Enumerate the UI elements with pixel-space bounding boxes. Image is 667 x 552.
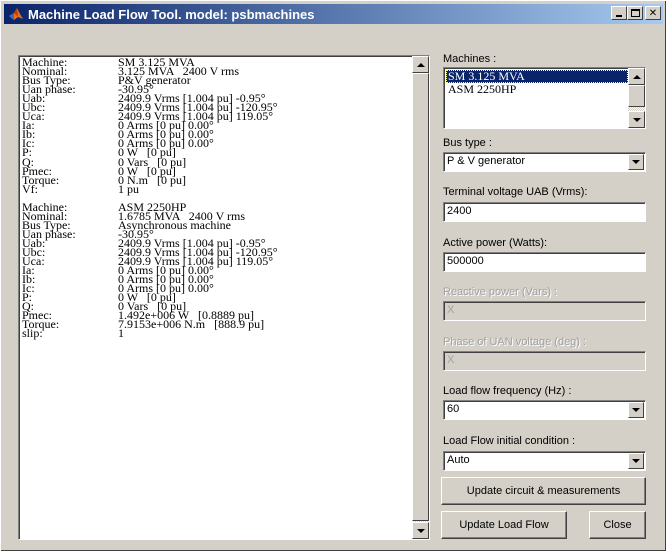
- arrow-down-icon: [416, 528, 425, 533]
- bus-type-dropdown-button[interactable]: [628, 154, 644, 170]
- report-text: Machine: SM 3.125 MVA Nominal: 3.125 MVA 24…: [22, 58, 412, 536]
- reactive-power-label: Reactive power (Vars) :: [443, 286, 558, 298]
- initial-condition-label: Load Flow initial condition :: [443, 435, 576, 447]
- machine-list-item[interactable]: ASM 2250HP: [446, 83, 628, 96]
- load-flow-report[interactable]: Machine: SM 3.125 MVA Nominal: 3.125 MVA 24…: [18, 55, 430, 540]
- report-label: P:: [22, 145, 33, 160]
- report-line: Uca: 2409.9 Vrms [1.004 pu] 119.05°: [22, 109, 412, 124]
- bus-type-select[interactable]: P & V generator: [443, 152, 646, 172]
- report-label: Ib:: [22, 127, 36, 142]
- report-label: Ic:: [22, 136, 35, 151]
- frequency-dropdown-button[interactable]: [628, 402, 644, 418]
- report-label: Ia:: [22, 118, 35, 133]
- frequency-select[interactable]: 60: [443, 400, 646, 420]
- active-power-label: Active power (Watts):: [443, 237, 548, 249]
- initial-condition-select[interactable]: Auto: [443, 451, 646, 471]
- report-line: Ic: 0 Arms [0 pu] 0.00°: [22, 281, 412, 296]
- report-line: Nominal: 3.125 MVA 2400 V rms: [22, 65, 412, 77]
- report-line: Pmec: 0 W [0 pu]: [22, 165, 412, 177]
- machines-listbox[interactable]: SM 3.125 MVA ASM 2250HP: [443, 67, 646, 129]
- report-line: Ic: 0 Arms [0 pu] 0.00°: [22, 136, 412, 151]
- report-scrollbar[interactable]: [412, 56, 429, 539]
- report-label: Uca:: [22, 109, 45, 124]
- machines-scrollbar[interactable]: [628, 68, 645, 128]
- report-label: slip:: [22, 326, 43, 341]
- maximize-icon: [630, 9, 640, 17]
- report-value: 1: [118, 326, 124, 341]
- minimize-button[interactable]: [611, 6, 627, 20]
- report-separator: [22, 194, 412, 203]
- report-label: Ia:: [22, 263, 35, 278]
- report-value: 1 pu: [118, 181, 139, 196]
- report-value: 7.9153e+006 N.m [888.9 pu]: [118, 317, 265, 332]
- report-line: Torque: 7.9153e+006 N.m [888.9 pu]: [22, 317, 412, 332]
- chevron-down-icon: [632, 160, 640, 164]
- report-line: P: 0 W [0 pu]: [22, 145, 412, 160]
- scroll-thumb[interactable]: [412, 73, 429, 521]
- chevron-down-icon: [632, 408, 640, 412]
- report-label: Vf:: [22, 181, 38, 196]
- report-line: Torque: 0 N.m [0 pu]: [22, 174, 412, 186]
- machines-scroll-up[interactable]: [628, 68, 645, 85]
- close-icon: ✕: [648, 7, 658, 19]
- minimize-icon: [616, 15, 622, 17]
- frequency-value: 60: [447, 403, 460, 415]
- report-line: Uca: 2409.9 Vrms [1.004 pu] 119.05°: [22, 254, 412, 269]
- arrow-up-icon: [416, 62, 425, 67]
- report-label: Ic:: [22, 281, 35, 296]
- active-power-input[interactable]: 500000: [443, 252, 646, 272]
- machines-label: Machines :: [443, 53, 497, 65]
- initial-condition-dropdown-button[interactable]: [628, 453, 644, 469]
- report-label: Uca:: [22, 254, 45, 269]
- report-line: Ib: 0 Arms [0 pu] 0.00°: [22, 127, 412, 142]
- update-circuit-button[interactable]: Update circuit & measurements: [441, 477, 646, 505]
- initial-condition-value: Auto: [447, 454, 470, 466]
- close-button[interactable]: Close: [589, 511, 646, 539]
- reactive-power-input: X: [443, 301, 646, 321]
- terminal-voltage-label: Terminal voltage UAB (Vrms):: [443, 186, 588, 198]
- report-label: Ib:: [22, 272, 36, 287]
- machine-load-flow-window: Machine Load Flow Tool. model: psbmachin…: [0, 0, 667, 552]
- report-line: Bus Type: Asynchronous machine: [22, 219, 412, 231]
- window-title: Machine Load Flow Tool. model: psbmachin…: [28, 6, 315, 22]
- window-controls: ✕: [611, 6, 661, 20]
- report-line: Vf: 1 pu: [22, 181, 412, 196]
- machines-scroll-thumb[interactable]: [628, 85, 645, 107]
- matlab-logo-icon: [8, 6, 24, 22]
- phase-input: X: [443, 351, 646, 371]
- scroll-up-button[interactable]: [412, 56, 429, 73]
- report-line: Ib: 0 Arms [0 pu] 0.00°: [22, 272, 412, 287]
- scroll-down-button[interactable]: [412, 522, 429, 539]
- arrow-up-icon: [632, 74, 641, 79]
- terminal-voltage-input[interactable]: 2400: [443, 202, 646, 222]
- report-line: Q: 0 Vars [0 pu]: [22, 155, 412, 167]
- bus-type-label: Bus type :: [443, 137, 492, 149]
- bus-type-value: P & V generator: [447, 155, 526, 167]
- chevron-down-icon: [632, 459, 640, 463]
- machines-list: SM 3.125 MVA ASM 2250HP: [446, 70, 628, 96]
- phase-label: Phase of UAN voltage (deg) :: [443, 336, 587, 348]
- title-bar[interactable]: Machine Load Flow Tool. model: psbmachin…: [4, 4, 663, 24]
- update-load-flow-button[interactable]: Update Load Flow: [441, 511, 567, 539]
- machines-scroll-down[interactable]: [628, 111, 645, 128]
- maximize-button[interactable]: [627, 6, 643, 20]
- close-window-button[interactable]: ✕: [645, 6, 661, 20]
- report-line: P: 0 W [0 pu]: [22, 290, 412, 305]
- arrow-down-icon: [632, 117, 641, 122]
- report-label: P:: [22, 290, 33, 305]
- frequency-label: Load flow frequency (Hz) :: [443, 385, 572, 397]
